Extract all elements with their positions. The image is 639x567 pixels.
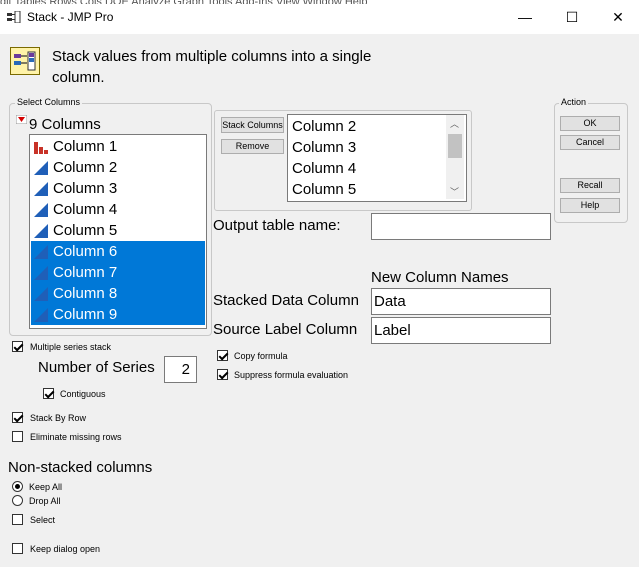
- number-of-series-label: Number of Series: [38, 359, 155, 376]
- stack-by-row-checkbox[interactable]: [12, 412, 23, 423]
- contiguous-label: Contiguous: [60, 389, 106, 399]
- select-label: Select: [30, 515, 56, 525]
- column-list-item-label: Column 1: [53, 138, 118, 155]
- continuous-icon: [34, 224, 48, 238]
- new-column-names-heading: New Column Names: [371, 269, 509, 286]
- column-list-item[interactable]: Column 4: [31, 199, 205, 220]
- select-checkbox[interactable]: [12, 514, 23, 525]
- help-button[interactable]: Help: [560, 198, 620, 213]
- maximize-button[interactable]: ☐: [549, 4, 595, 30]
- column-list-item-label: Column 3: [53, 180, 118, 197]
- suppress-formula-evaluation-checkbox[interactable]: [217, 369, 228, 380]
- continuous-icon: [34, 266, 48, 280]
- stack-by-row-label: Stack By Row: [30, 413, 87, 423]
- column-list-item-label: Column 2: [53, 159, 118, 176]
- copy-formula-checkbox[interactable]: [217, 350, 228, 361]
- output-table-name-label: Output table name:: [213, 217, 341, 234]
- multiple-series-stack-label: Multiple series stack: [30, 342, 112, 352]
- stacked-column-item[interactable]: Column 2: [292, 116, 356, 137]
- close-button[interactable]: ✕: [595, 4, 639, 30]
- column-list-item-label: Column 7: [53, 264, 118, 281]
- column-list-item-label: Column 9: [53, 306, 118, 323]
- stacked-data-column-input[interactable]: Data: [371, 288, 551, 315]
- copy-formula-label: Copy formula: [234, 351, 288, 361]
- stacked-column-item[interactable]: Column 4: [292, 158, 356, 179]
- keep-all-label: Keep All: [29, 482, 63, 492]
- non-stacked-columns-heading: Non-stacked columns: [8, 459, 153, 476]
- stacked-column-item[interactable]: Column 3: [292, 137, 356, 158]
- column-list-item-label: Column 4: [53, 201, 118, 218]
- source-label-column-input[interactable]: Label: [371, 317, 551, 344]
- suppress-formula-evaluation-label: Suppress formula evaluation: [234, 370, 349, 380]
- continuous-icon: [34, 287, 48, 301]
- stacked-column-item[interactable]: Column 5: [292, 179, 356, 200]
- source-label-column-label: Source Label Column: [213, 321, 358, 338]
- action-legend: Action: [559, 97, 589, 107]
- jmp-app-icon: [7, 11, 21, 23]
- stack-platform-icon: [10, 47, 40, 75]
- eliminate-missing-rows-label: Eliminate missing rows: [30, 432, 122, 442]
- eliminate-missing-rows-checkbox[interactable]: [12, 431, 23, 442]
- drop-all-radio[interactable]: [12, 495, 23, 506]
- stacked-columns-list[interactable]: Column 2 Column 3 Column 4 Column 5 ︿ ﹀: [287, 114, 467, 202]
- scrollbar-thumb[interactable]: [448, 134, 462, 158]
- column-list-item[interactable]: Column 6: [31, 241, 205, 262]
- continuous-icon: [34, 182, 48, 196]
- dialog-body: Stack values from multiple columns into …: [0, 34, 639, 567]
- ok-button[interactable]: OK: [560, 116, 620, 131]
- window-title: Stack - JMP Pro: [27, 10, 114, 24]
- keep-all-radio[interactable]: [12, 481, 23, 492]
- remove-button[interactable]: Remove: [221, 139, 284, 154]
- title-bar: dit Tables Rows Cols DOE Analyze Graph T…: [0, 0, 639, 34]
- number-of-series-input[interactable]: 2: [164, 356, 197, 383]
- contiguous-checkbox[interactable]: [43, 388, 54, 399]
- description-line-1: Stack values from multiple columns into …: [52, 48, 372, 65]
- dialog-description: Stack values from multiple columns into …: [52, 46, 371, 88]
- stacked-data-column-label: Stacked Data Column: [213, 292, 359, 309]
- continuous-icon: [34, 161, 48, 175]
- cancel-button[interactable]: Cancel: [560, 135, 620, 150]
- column-list-item[interactable]: Column 8: [31, 283, 205, 304]
- keep-dialog-open-label: Keep dialog open: [30, 544, 101, 554]
- multiple-series-stack-checkbox[interactable]: [12, 341, 23, 352]
- red-triangle-menu-icon[interactable]: [16, 115, 27, 124]
- keep-dialog-open-checkbox[interactable]: [12, 543, 23, 554]
- stacked-list-scrollbar[interactable]: ︿ ﹀: [446, 115, 464, 199]
- bar-chart-icon: [34, 142, 48, 154]
- recall-button[interactable]: Recall: [560, 178, 620, 193]
- column-count-label: 9 Columns: [29, 116, 101, 133]
- output-table-name-input[interactable]: [371, 213, 551, 240]
- continuous-icon: [34, 308, 48, 322]
- column-list[interactable]: Column 1 Column 2 Column 3 Column 4 Column 5…: [29, 134, 207, 329]
- select-columns-legend: Select Columns: [15, 97, 83, 107]
- column-list-item[interactable]: Column 9: [31, 304, 205, 325]
- column-list-item[interactable]: Column 5: [31, 220, 205, 241]
- continuous-icon: [34, 203, 48, 217]
- drop-all-label: Drop All: [29, 496, 61, 506]
- stack-columns-button[interactable]: Stack Columns: [221, 117, 284, 133]
- minimize-button[interactable]: —: [502, 4, 548, 30]
- column-list-item-label: Column 6: [53, 243, 118, 260]
- column-list-item[interactable]: Column 1: [31, 136, 205, 157]
- column-list-item[interactable]: Column 3: [31, 178, 205, 199]
- column-list-item[interactable]: Column 7: [31, 262, 205, 283]
- column-list-item-label: Column 5: [53, 222, 118, 239]
- column-list-item[interactable]: Column 2: [31, 157, 205, 178]
- column-list-item-label: Column 8: [53, 285, 118, 302]
- scroll-down-icon[interactable]: ﹀: [450, 185, 459, 198]
- continuous-icon: [34, 245, 48, 259]
- scroll-up-icon[interactable]: ︿: [450, 117, 459, 130]
- description-line-2: column.: [52, 69, 105, 86]
